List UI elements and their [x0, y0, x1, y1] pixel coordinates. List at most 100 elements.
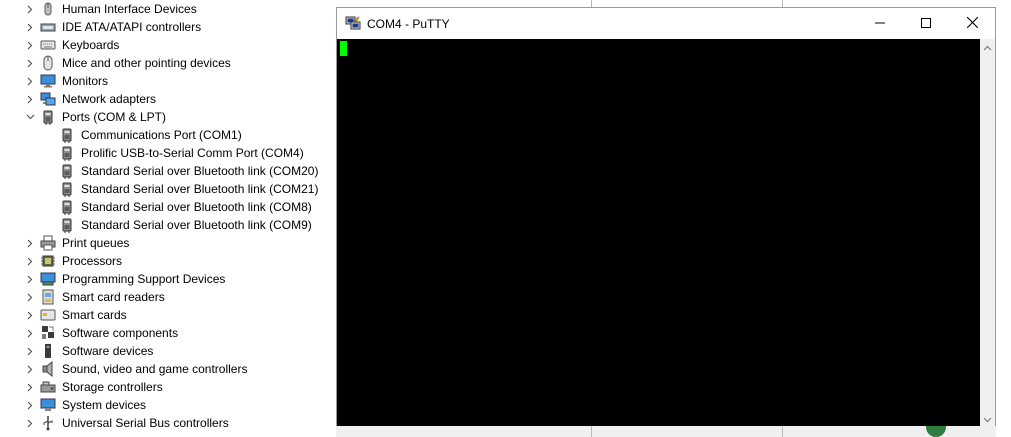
putty-titlebar[interactable]: COM4 - PuTTY: [337, 8, 995, 39]
port-icon: [59, 127, 75, 143]
programming-device-icon: [40, 271, 56, 287]
terminal-area[interactable]: [337, 39, 980, 426]
tree-item-label: System devices: [62, 398, 147, 412]
tree-item-label: Prolific USB-to-Serial Comm Port (COM4): [81, 146, 304, 160]
chevron-right-icon[interactable]: [24, 18, 36, 36]
storage-controller-icon: [40, 379, 56, 395]
speaker-icon: [40, 360, 56, 378]
background-window-edge: [591, 426, 592, 437]
tree-category-item[interactable]: Processors: [0, 252, 340, 270]
tree-item-label: Programming Support Devices: [62, 272, 226, 286]
tree-item-label: Software components: [62, 326, 179, 340]
chevron-right-icon[interactable]: [24, 54, 36, 72]
tree-item-label: Storage controllers: [62, 380, 163, 394]
tree-item-label: Communications Port (COM1): [81, 128, 242, 142]
scroll-up-button[interactable]: [980, 39, 995, 54]
tree-item-label: Sound, video and game controllers: [62, 362, 248, 376]
tree-item-label: Standard Serial over Bluetooth link (COM…: [81, 164, 319, 178]
tree-item-label: Monitors: [62, 74, 109, 88]
tree-item-label: Network adapters: [62, 92, 157, 106]
port-icon: [59, 217, 75, 233]
ide-controller-icon: [40, 19, 56, 35]
tree-child-item[interactable]: Standard Serial over Bluetooth link (COM…: [0, 216, 340, 234]
port-icon: [59, 181, 75, 197]
tree-category-item[interactable]: Print queues: [0, 234, 340, 252]
chevron-right-icon[interactable]: [24, 72, 36, 90]
tree-item-label: IDE ATA/ATAPI controllers: [62, 20, 202, 34]
tree-category-item[interactable]: Human Interface Devices: [0, 0, 340, 18]
tree-child-item[interactable]: Standard Serial over Bluetooth link (COM…: [0, 198, 340, 216]
tree-item-label: Smart cards: [62, 308, 127, 322]
chevron-down-icon[interactable]: [24, 108, 36, 126]
chevron-right-icon[interactable]: [24, 234, 36, 252]
chevron-right-icon[interactable]: [24, 342, 36, 360]
background-window-edge: [591, 0, 592, 7]
port-icon: [40, 109, 56, 125]
tree-category-item[interactable]: Software components: [0, 324, 340, 342]
tree-child-item[interactable]: Prolific USB-to-Serial Comm Port (COM4): [0, 144, 340, 162]
chevron-right-icon[interactable]: [24, 396, 36, 414]
monitor-icon: [40, 73, 56, 89]
tree-item-label: Standard Serial over Bluetooth link (COM…: [81, 200, 312, 214]
tree-item-label: Universal Serial Bus controllers: [62, 416, 229, 430]
close-icon: [966, 16, 978, 31]
maximize-button[interactable]: [903, 8, 949, 39]
system-device-icon: [40, 397, 56, 413]
tree-item-label: Smart card readers: [62, 290, 165, 304]
chevron-right-icon[interactable]: [24, 36, 36, 54]
tree-category-item[interactable]: Smart card readers: [0, 288, 340, 306]
chevron-down-icon: [983, 412, 992, 426]
tree-category-item[interactable]: Keyboards: [0, 36, 340, 54]
port-icon: [59, 199, 75, 215]
chevron-up-icon: [983, 40, 992, 54]
close-button[interactable]: [949, 8, 995, 39]
tree-category-item[interactable]: Programming Support Devices: [0, 270, 340, 288]
window-title: COM4 - PuTTY: [367, 17, 450, 31]
chevron-right-icon[interactable]: [24, 0, 36, 18]
putty-window: COM4 - PuTTY: [336, 7, 996, 426]
chevron-right-icon[interactable]: [24, 90, 36, 108]
minimize-button[interactable]: [857, 8, 903, 39]
tree-category-item[interactable]: Mice and other pointing devices: [0, 54, 340, 72]
tree-category-item[interactable]: Smart cards: [0, 306, 340, 324]
chevron-right-icon[interactable]: [24, 378, 36, 396]
tree-category-item[interactable]: System devices: [0, 396, 340, 414]
terminal-cursor: [340, 41, 347, 56]
tree-item-label: Ports (COM & LPT): [62, 110, 167, 124]
tree-child-item[interactable]: Standard Serial over Bluetooth link (COM…: [0, 180, 340, 198]
chevron-right-icon[interactable]: [24, 324, 36, 342]
tree-item-label: Standard Serial over Bluetooth link (COM…: [81, 182, 319, 196]
tree-category-item[interactable]: Monitors: [0, 72, 340, 90]
hid-icon: [40, 1, 56, 17]
port-icon: [59, 145, 75, 161]
tree-child-item[interactable]: Standard Serial over Bluetooth link (COM…: [0, 162, 340, 180]
tree-category-item[interactable]: Ports (COM & LPT): [0, 108, 340, 126]
chevron-right-icon[interactable]: [24, 252, 36, 270]
maximize-icon: [921, 17, 931, 31]
chevron-right-icon[interactable]: [24, 414, 36, 432]
minimize-icon: [875, 17, 885, 31]
tree-item-label: Mice and other pointing devices: [62, 56, 231, 70]
tree-item-label: Processors: [62, 254, 123, 268]
tree-category-item[interactable]: IDE ATA/ATAPI controllers: [0, 18, 340, 36]
tree-category-item[interactable]: Universal Serial Bus controllers: [0, 414, 340, 432]
scroll-down-button[interactable]: [980, 411, 995, 426]
background-window-edge: [782, 0, 783, 7]
background-window-edge: [782, 426, 783, 437]
tree-item-label: Keyboards: [62, 38, 120, 52]
chevron-right-icon[interactable]: [24, 288, 36, 306]
tree-category-item[interactable]: Network adapters: [0, 90, 340, 108]
background-window-strip: [336, 426, 996, 437]
tree-child-item[interactable]: Communications Port (COM1): [0, 126, 340, 144]
tree-category-item[interactable]: Sound, video and game controllers: [0, 360, 340, 378]
network-adapter-icon: [40, 91, 56, 107]
device-tree: Human Interface Devices IDE ATA/ATAPI con…: [0, 0, 340, 437]
tree-item-label: Standard Serial over Bluetooth link (COM…: [81, 218, 312, 232]
putty-icon: [345, 15, 361, 31]
tree-category-item[interactable]: Storage controllers: [0, 378, 340, 396]
vertical-scrollbar[interactable]: [980, 39, 995, 426]
chevron-right-icon[interactable]: [24, 270, 36, 288]
chevron-right-icon[interactable]: [24, 360, 36, 378]
tree-category-item[interactable]: Software devices: [0, 342, 340, 360]
chevron-right-icon[interactable]: [24, 306, 36, 324]
